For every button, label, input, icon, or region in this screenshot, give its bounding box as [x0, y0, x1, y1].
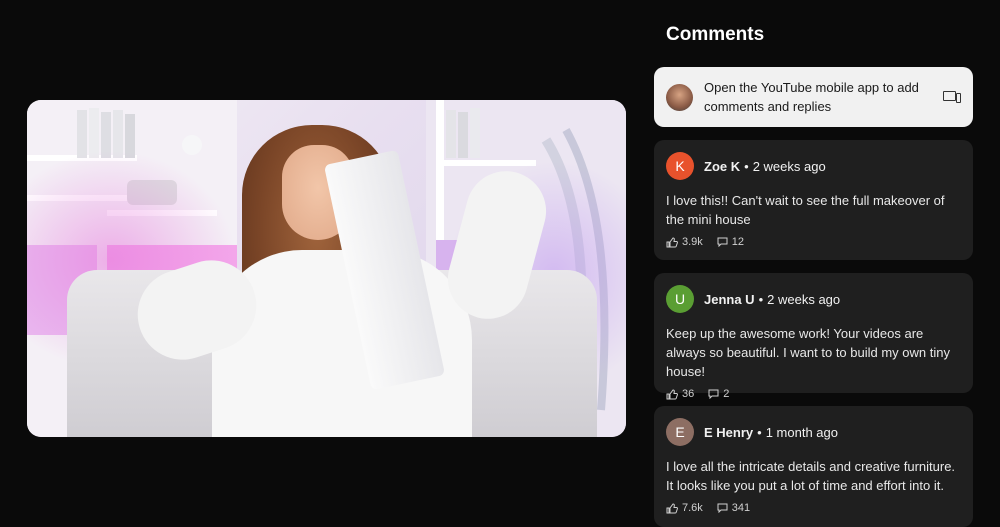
comment-text: Keep up the awesome work! Your videos ar…	[666, 326, 950, 379]
comment-text: I love this!! Can't wait to see the full…	[666, 193, 945, 227]
comment-author[interactable]: E Henry	[704, 425, 753, 440]
separator-dot: •	[744, 158, 749, 174]
user-avatar-icon	[666, 83, 693, 111]
comment-author[interactable]: Zoe K	[704, 159, 740, 174]
comment-time: 1 month ago	[765, 424, 838, 440]
reply-count: 341	[731, 502, 751, 514]
comment-author[interactable]: Jenna U	[704, 292, 755, 307]
reply-count: 12	[731, 236, 745, 248]
video-player[interactable]	[27, 100, 626, 437]
like-count: 3.9k	[682, 236, 703, 248]
thumbs-up-icon[interactable]	[666, 502, 678, 514]
comments-title: Comments	[666, 24, 765, 45]
comment-card[interactable]: U Jenna U • 2 weeks ago Keep up the awes…	[654, 273, 973, 400]
reply-icon[interactable]	[717, 237, 728, 247]
comment-time: 2 weeks ago	[767, 291, 841, 307]
avatar[interactable]: E	[666, 418, 694, 446]
devices-icon[interactable]	[943, 90, 961, 104]
separator-dot: •	[758, 291, 764, 307]
comment-time: 2 weeks ago	[752, 158, 826, 174]
avatar[interactable]: U	[666, 285, 694, 313]
avatar[interactable]: K	[666, 152, 694, 180]
reply-icon[interactable]	[717, 503, 728, 513]
comment-text: I love all the intricate details and cre…	[666, 459, 956, 493]
open-app-prompt[interactable]: Open the YouTube mobile app to add comme…	[654, 67, 973, 127]
thumbs-up-icon[interactable]	[666, 236, 678, 248]
comment-card[interactable]: E E Henry • 1 month ago I love all the i…	[654, 406, 973, 527]
like-count: 7.6k	[682, 502, 703, 514]
comment-card[interactable]: K Zoe K • 2 weeks ago I love this!! Can'…	[654, 140, 973, 260]
reply-count: 2	[723, 388, 730, 400]
separator-dot: •	[757, 424, 762, 440]
thumbs-up-icon[interactable]	[666, 388, 678, 400]
reply-icon[interactable]	[708, 389, 719, 399]
open-app-prompt-text: Open the YouTube mobile app to add comme…	[704, 80, 919, 114]
like-count: 36	[682, 388, 695, 400]
